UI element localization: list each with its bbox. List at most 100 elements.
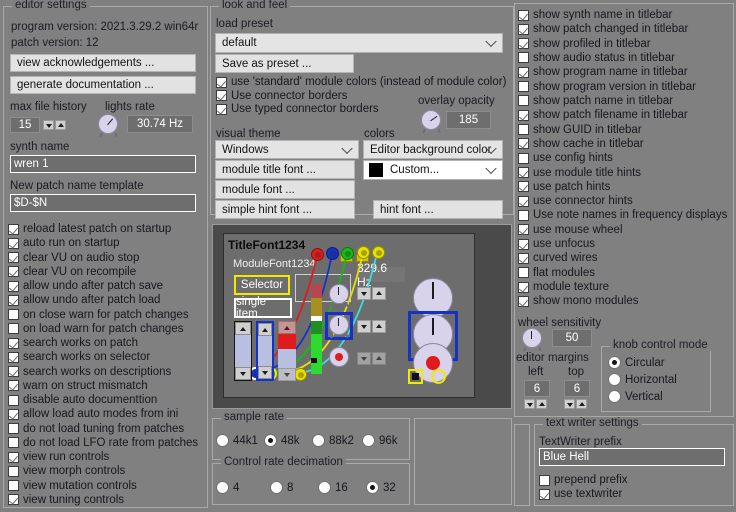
stepper-up-icon[interactable] xyxy=(372,320,386,333)
titlebar-checkbox-3[interactable]: show audio status in titlebar xyxy=(518,51,675,65)
checkbox-icon[interactable] xyxy=(8,380,19,391)
slider-thumb-bottom[interactable] xyxy=(258,366,272,379)
checkbox-icon[interactable] xyxy=(518,52,529,63)
checkbox-icon[interactable] xyxy=(518,10,529,21)
preview-stepper-3[interactable] xyxy=(357,352,386,365)
module-font-button[interactable]: module font ... xyxy=(215,180,355,199)
slider-thumb-bottom[interactable] xyxy=(235,367,251,380)
checkbox-icon[interactable] xyxy=(518,138,529,149)
slider-thumb-top[interactable] xyxy=(235,322,251,335)
checkbox-icon[interactable] xyxy=(518,253,529,264)
titlebar-checkbox-16[interactable]: use unfocus xyxy=(518,237,595,251)
editor-checkbox-8[interactable]: search works on patch xyxy=(8,336,138,350)
slider-thumb-bottom[interactable] xyxy=(278,368,296,381)
editor-checkbox-4[interactable]: allow undo after patch save xyxy=(8,279,163,293)
stepper-down-icon[interactable] xyxy=(524,399,535,409)
titlebar-checkbox-20[interactable]: show mono modules xyxy=(518,294,638,308)
stepper-up-icon[interactable] xyxy=(536,399,547,409)
stepper-down-icon[interactable] xyxy=(43,120,54,130)
new-patch-template-input[interactable]: $D-$N xyxy=(10,194,196,212)
titlebar-checkbox-9[interactable]: show cache in titlebar xyxy=(518,137,644,151)
checkbox-icon[interactable] xyxy=(8,466,19,477)
preview-panel[interactable]: TitleFont1234 ModuleFont1234 Selector si… xyxy=(212,224,512,409)
radio-icon[interactable] xyxy=(608,356,621,369)
titlebar-checkbox-2[interactable]: show profiled in titlebar xyxy=(518,37,651,51)
checkbox-icon[interactable] xyxy=(8,266,19,277)
save-as-preset-button[interactable]: Save as preset ... xyxy=(215,54,354,73)
visual-theme-combo[interactable]: Windows xyxy=(215,140,359,159)
checkbox-icon[interactable] xyxy=(8,338,19,349)
radio-icon[interactable] xyxy=(270,481,283,494)
slider-2[interactable] xyxy=(256,321,274,381)
titlebar-checkbox-8[interactable]: show GUID in titlebar xyxy=(518,123,642,137)
control-rate-radio-16[interactable]: 16 xyxy=(318,481,348,494)
checkbox-icon[interactable] xyxy=(216,104,227,115)
checkbox-icon[interactable] xyxy=(518,239,529,250)
checkbox-icon[interactable] xyxy=(8,423,19,434)
checkbox-icon[interactable] xyxy=(8,409,19,420)
titlebar-checkbox-19[interactable]: module texture xyxy=(518,280,609,294)
checkbox-icon[interactable] xyxy=(216,77,227,88)
slider-3[interactable] xyxy=(278,321,296,381)
titlebar-checkbox-7[interactable]: show patch filename in titlebar xyxy=(518,108,688,122)
editor-checkbox-3[interactable]: clear VU on recompile xyxy=(8,265,136,279)
titlebar-checkbox-15[interactable]: use mouse wheel xyxy=(518,223,623,237)
checkbox-icon[interactable] xyxy=(518,181,529,192)
checkbox-icon[interactable] xyxy=(518,196,529,207)
textwriter-prefix-input[interactable]: Blue Hell xyxy=(539,448,725,466)
radio-icon[interactable] xyxy=(216,434,229,447)
checkbox-icon[interactable] xyxy=(8,295,19,306)
module-title-font-button[interactable]: module title font ... xyxy=(215,160,355,179)
synth-name-input[interactable]: wren 1 xyxy=(10,155,196,173)
editor-checkbox-18[interactable]: view mutation controls xyxy=(8,479,137,493)
wheel-sensitivity-value[interactable]: 50 xyxy=(552,329,592,347)
editor-checkbox-5[interactable]: allow undo after patch load xyxy=(8,293,160,307)
checkbox-icon[interactable] xyxy=(539,475,550,486)
editor-checkbox-12[interactable]: disable auto documenttion xyxy=(8,393,157,407)
checkbox-icon[interactable] xyxy=(518,124,529,135)
checkbox-icon[interactable] xyxy=(8,309,19,320)
editor-checkbox-1[interactable]: auto run on startup xyxy=(8,236,120,250)
checkbox-icon[interactable] xyxy=(8,352,19,363)
checkbox-icon[interactable] xyxy=(518,38,529,49)
checkbox-icon[interactable] xyxy=(518,110,529,121)
checkbox-icon[interactable] xyxy=(518,81,529,92)
checkbox-icon[interactable] xyxy=(216,90,227,101)
jack-green[interactable] xyxy=(341,247,354,260)
preview-knob-3[interactable] xyxy=(328,347,350,369)
checkbox-icon[interactable] xyxy=(8,224,19,235)
textwriter-checkbox-0[interactable]: prepend prefix xyxy=(539,473,628,487)
radio-icon[interactable] xyxy=(608,373,621,386)
checkbox-icon[interactable] xyxy=(8,395,19,406)
editor-checkbox-6[interactable]: on close warn for patch changes xyxy=(8,308,189,322)
laf-checkbox-1[interactable]: Use connector borders xyxy=(216,89,347,103)
checkbox-icon[interactable] xyxy=(518,282,529,293)
slider-1[interactable] xyxy=(234,321,252,381)
stepper-up-icon[interactable] xyxy=(576,399,587,409)
titlebar-checkbox-5[interactable]: show program version in titlebar xyxy=(518,80,696,94)
radio-icon[interactable] xyxy=(362,434,375,447)
editor-checkbox-17[interactable]: view morph controls xyxy=(8,464,125,478)
checkbox-icon[interactable] xyxy=(518,67,529,78)
sample-rate-radio-96k[interactable]: 96k xyxy=(362,434,398,447)
preview-module[interactable]: TitleFont1234 ModuleFont1234 Selector si… xyxy=(223,233,475,398)
control-rate-radio-32[interactable]: 32 xyxy=(366,481,396,494)
knob-mode-radio-circular[interactable]: Circular xyxy=(608,356,665,369)
stepper-up-icon[interactable] xyxy=(372,352,386,365)
stepper-up-icon[interactable] xyxy=(372,287,386,300)
radio-icon[interactable] xyxy=(264,434,277,447)
radio-icon[interactable] xyxy=(216,481,229,494)
lights-rate-knob[interactable] xyxy=(97,114,119,136)
radio-icon[interactable] xyxy=(318,481,331,494)
slider-thumb-top[interactable] xyxy=(278,321,296,334)
editor-checkbox-7[interactable]: on load warn for patch changes xyxy=(8,322,183,336)
editor-checkbox-9[interactable]: search works on selector xyxy=(8,350,150,364)
editor-checkbox-19[interactable]: view tuning controls xyxy=(8,493,124,507)
hint-font-button[interactable]: hint font ... xyxy=(373,200,503,219)
slider-thumb-top[interactable] xyxy=(258,323,272,336)
stepper-down-icon[interactable] xyxy=(357,352,371,365)
margin-left-value[interactable]: 6 xyxy=(524,380,550,397)
jack-yellow[interactable] xyxy=(357,246,370,259)
titlebar-checkbox-11[interactable]: use module title hints xyxy=(518,166,641,180)
checkbox-icon[interactable] xyxy=(8,452,19,463)
